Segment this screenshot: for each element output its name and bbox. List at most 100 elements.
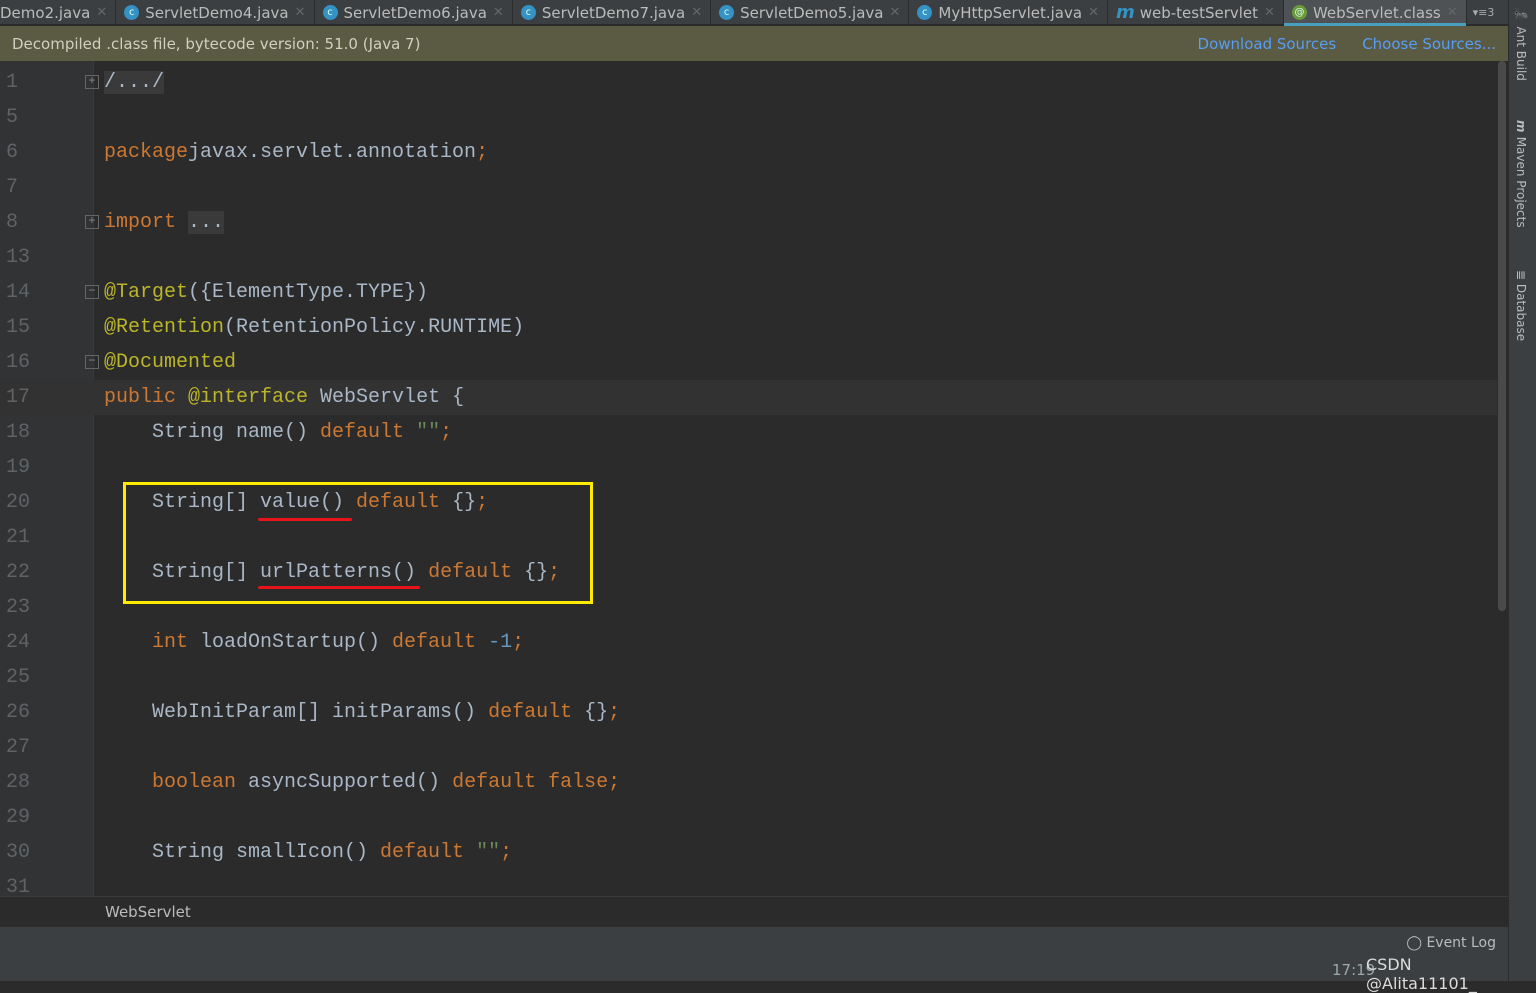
- code-line[interactable]: 27: [0, 730, 1497, 765]
- tab-label: web-testServlet: [1139, 3, 1259, 22]
- code-token: default: [320, 421, 417, 444]
- code-text: @Target({ElementType.TYPE}): [104, 275, 428, 310]
- fold-toggle-icon[interactable]: +: [85, 215, 99, 229]
- editor-tabs: Demo2.java ✕ c ServletDemo4.java ✕ c ServletDe…: [0, 0, 1508, 26]
- code-line[interactable]: 17 public @interface WebServlet {: [0, 380, 1497, 415]
- close-icon[interactable]: ✕: [96, 5, 107, 20]
- tab-label: ServletDemo4.java: [145, 3, 289, 22]
- tab-label: ServletDemo6.java: [343, 3, 487, 22]
- close-icon[interactable]: ✕: [890, 5, 901, 20]
- code-token: loadOnStartup(): [200, 631, 393, 654]
- breadcrumb[interactable]: WebServlet: [0, 896, 1508, 926]
- tab-label: WebServlet.class: [1312, 3, 1441, 22]
- tab-5[interactable]: c MyHttpServlet.java ✕: [909, 0, 1108, 25]
- tab-1[interactable]: c ServletDemo4.java ✕: [116, 0, 315, 25]
- code-line[interactable]: 24 int loadOnStartup() default -1;: [0, 625, 1497, 660]
- code-token: int: [104, 631, 201, 654]
- tab-6[interactable]: m web-testServlet ✕: [1108, 0, 1284, 25]
- maven-projects-panel[interactable]: m Maven Projects: [1514, 120, 1528, 228]
- tab-0[interactable]: Demo2.java ✕: [0, 0, 117, 25]
- fold-toggle-icon[interactable]: +: [85, 75, 99, 89]
- code-line[interactable]: 14 − @Target({ElementType.TYPE}): [0, 275, 1497, 310]
- line-number: 22: [6, 561, 31, 584]
- code-text: String name() default "";: [104, 415, 452, 450]
- code-line[interactable]: 5: [0, 100, 1497, 135]
- annotation-icon: @: [1291, 5, 1307, 20]
- line-number: 28: [6, 771, 31, 794]
- code-line[interactable]: 25: [0, 660, 1497, 695]
- line-number: 8: [6, 211, 19, 234]
- underline-value: [258, 518, 352, 521]
- code-line[interactable]: 19: [0, 450, 1497, 485]
- line-number: 16: [6, 351, 31, 374]
- close-icon[interactable]: ✕: [493, 5, 504, 20]
- close-icon[interactable]: ✕: [691, 5, 702, 20]
- class-icon: c: [719, 5, 735, 20]
- code-token: @Documented: [104, 351, 237, 374]
- close-icon[interactable]: ✕: [1264, 5, 1275, 20]
- code-line[interactable]: 16 − @Documented: [0, 345, 1497, 380]
- code-token: ;: [500, 841, 513, 864]
- tabs-overflow-button[interactable]: ▾≡3: [1467, 0, 1501, 24]
- class-icon: c: [322, 5, 338, 20]
- code-token: WebServlet {: [320, 386, 465, 409]
- code-line[interactable]: 15 @Retention(RetentionPolicy.RUNTIME): [0, 310, 1497, 345]
- code-line[interactable]: 30 String smallIcon() default "";: [0, 835, 1497, 870]
- code-line[interactable]: 18 String name() default "";: [0, 415, 1497, 450]
- code-line[interactable]: 6 packagejavax.servlet.annotation;: [0, 135, 1497, 170]
- line-number: 17: [6, 386, 31, 409]
- vertical-scrollbar[interactable]: [1497, 61, 1508, 896]
- decompiled-banner: Decompiled .class file, bytecode version…: [0, 26, 1508, 61]
- code-token: import: [104, 211, 189, 234]
- line-number: 20: [6, 491, 31, 514]
- code-line[interactable]: 13: [0, 240, 1497, 275]
- code-editor[interactable]: 1 + /.../ 5 6 packagejavax.servlet.annotation…: [0, 61, 1497, 896]
- scrollbar-thumb[interactable]: [1498, 61, 1506, 611]
- class-icon: c: [124, 5, 140, 20]
- line-number: 30: [6, 841, 31, 864]
- underline-urlpatterns: [258, 586, 420, 589]
- code-line[interactable]: 7: [0, 170, 1497, 205]
- database-icon: ≣: [1514, 270, 1528, 284]
- close-icon[interactable]: ✕: [295, 5, 306, 20]
- tab-3[interactable]: c ServletDemo7.java ✕: [513, 0, 712, 25]
- code-line[interactable]: 31: [0, 870, 1497, 896]
- database-panel[interactable]: ≣ Database: [1514, 270, 1528, 341]
- tab-7[interactable]: @ WebServlet.class ✕: [1283, 0, 1467, 26]
- close-icon[interactable]: ✕: [1088, 5, 1099, 20]
- ant-icon: 🐜: [1514, 8, 1528, 27]
- tab-2[interactable]: c ServletDemo6.java ✕: [315, 0, 513, 25]
- choose-sources-link[interactable]: Choose Sources...: [1362, 35, 1496, 53]
- code-text: @Retention(RetentionPolicy.RUNTIME): [104, 310, 524, 345]
- code-line[interactable]: 1 + /.../: [0, 65, 1497, 100]
- fold-toggle-icon[interactable]: −: [85, 355, 99, 369]
- line-number: 1: [6, 71, 19, 94]
- code-token: -1: [488, 631, 513, 654]
- code-token: "": [416, 421, 441, 444]
- tab-label: Demo2.java: [0, 3, 91, 22]
- event-log-icon: ◯: [1406, 935, 1427, 951]
- code-text: /.../: [104, 65, 165, 100]
- tab-4[interactable]: c ServletDemo5.java ✕: [711, 0, 910, 25]
- code-token: ;: [476, 141, 489, 164]
- code-line[interactable]: 8 + import ...: [0, 205, 1497, 240]
- code-token: String name(): [104, 421, 321, 444]
- code-token: /.../: [104, 71, 165, 94]
- code-token: javax.servlet.annotation: [188, 141, 477, 164]
- line-number: 7: [6, 176, 19, 199]
- code-line[interactable]: 29: [0, 800, 1497, 835]
- line-number: 19: [6, 456, 31, 479]
- code-token: default: [380, 841, 477, 864]
- code-token: public: [104, 386, 189, 409]
- code-token: WebInitParam[] initParams(): [104, 701, 489, 724]
- close-icon[interactable]: ✕: [1447, 5, 1458, 20]
- code-text: WebInitParam[] initParams() default {};: [104, 695, 620, 730]
- code-token: String smallIcon(): [104, 841, 381, 864]
- code-token: {}: [584, 701, 609, 724]
- ant-build-panel[interactable]: 🐜 Ant Build: [1514, 8, 1528, 81]
- event-log-button[interactable]: ◯ Event Log: [1406, 935, 1496, 951]
- code-line[interactable]: 28 boolean asyncSupported() default fals…: [0, 765, 1497, 800]
- code-line[interactable]: 26 WebInitParam[] initParams() default {…: [0, 695, 1497, 730]
- download-sources-link[interactable]: Download Sources: [1198, 35, 1337, 53]
- fold-toggle-icon[interactable]: −: [85, 285, 99, 299]
